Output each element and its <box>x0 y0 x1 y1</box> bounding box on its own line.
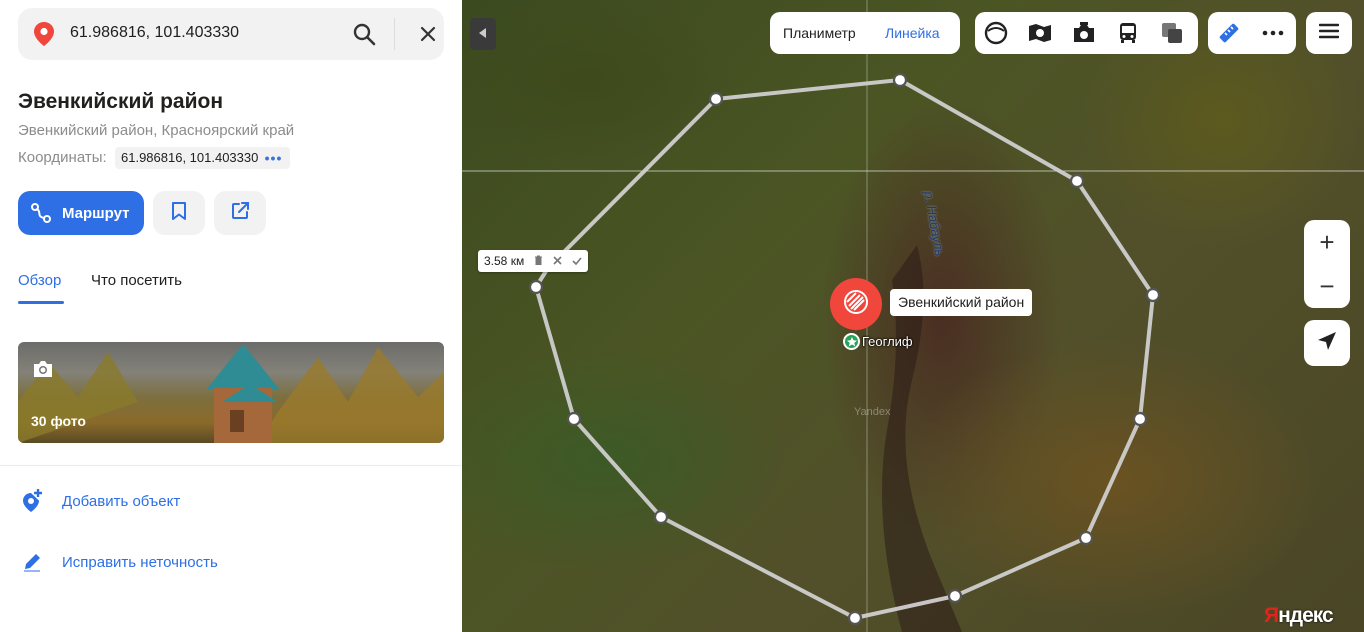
measure-vertex <box>847 610 863 626</box>
photo-layer-icon[interactable] <box>1071 21 1097 45</box>
measure-overlay <box>462 0 1364 632</box>
location-pin-icon <box>34 22 54 46</box>
star-icon <box>843 333 860 350</box>
locate-me-button[interactable] <box>1304 320 1350 366</box>
measure-line-closing <box>546 97 718 270</box>
hamburger-icon <box>1318 23 1340 44</box>
route-button[interactable]: Маршрут <box>18 191 144 235</box>
photo-count: 30 фото <box>31 413 86 429</box>
place-marker-label[interactable]: Эвенкийский район <box>890 289 1033 316</box>
search-divider <box>394 18 395 50</box>
poi-label: Геоглиф <box>862 334 913 349</box>
share-icon <box>230 201 250 226</box>
search-input[interactable]: 61.986816, 101.403330 <box>70 24 239 42</box>
more-icon[interactable]: ••• <box>265 147 283 169</box>
ruler-icon[interactable] <box>1216 21 1242 45</box>
measure-vertex <box>892 72 908 88</box>
tab-what-to-visit[interactable]: Что посетить <box>91 272 182 289</box>
navigation-arrow-icon <box>1316 330 1338 357</box>
check-icon[interactable] <box>572 254 582 268</box>
search-icon[interactable] <box>350 20 378 48</box>
panorama-layer-icon[interactable] <box>983 21 1009 45</box>
measure-vertex <box>947 588 963 604</box>
tab-planimeter[interactable]: Планиметр <box>783 25 856 41</box>
add-object-label: Добавить объект <box>62 492 181 510</box>
place-subtitle: Эвенкийский район, Красноярский край <box>18 122 295 139</box>
collapse-panel-button[interactable] <box>470 18 496 50</box>
add-place-icon <box>18 487 46 515</box>
coords-chip[interactable]: 61.986816, 101.403330 ••• <box>115 147 291 169</box>
distance-value: 3.58 км <box>484 254 525 268</box>
yandex-logo[interactable]: Яндекс <box>1264 604 1334 628</box>
measure-vertex <box>1145 287 1161 303</box>
map-type-icon[interactable] <box>1159 21 1185 45</box>
fix-error-link[interactable]: Исправить неточность <box>18 548 438 576</box>
fix-error-label: Исправить неточность <box>62 553 218 571</box>
measure-vertex <box>1078 530 1094 546</box>
close-measure-icon[interactable] <box>553 254 562 268</box>
tab-ruler[interactable]: Линейка <box>885 25 940 41</box>
zoom-out-button[interactable]: − <box>1304 264 1350 308</box>
ruler-mode-tabs: Планиметр Линейка <box>770 12 960 54</box>
coords-value: 61.986816, 101.403330 <box>121 150 259 165</box>
panel-divider <box>0 465 462 466</box>
distance-label: 3.58 км <box>478 250 589 272</box>
chevron-left-icon <box>479 25 487 43</box>
route-label: Маршрут <box>62 204 130 222</box>
camera-icon <box>32 360 54 383</box>
trash-icon[interactable] <box>534 254 543 268</box>
active-tab-indicator <box>18 301 64 304</box>
close-icon[interactable] <box>416 22 440 46</box>
poi-geoglyph[interactable]: Геоглиф <box>843 333 913 350</box>
add-object-link[interactable]: Добавить объект <box>18 487 438 515</box>
share-button[interactable] <box>214 191 266 235</box>
bookmark-button[interactable] <box>153 191 205 235</box>
more-options-icon[interactable] <box>1260 21 1286 45</box>
place-title: Эвенкийский район <box>18 90 224 113</box>
route-icon <box>30 202 52 224</box>
map-layers-icon[interactable] <box>1027 21 1053 45</box>
tools-toolbar <box>1208 12 1296 54</box>
coords-label: Координаты: <box>18 149 107 166</box>
measure-vertex <box>653 509 669 525</box>
measure-vertex <box>566 411 582 427</box>
menu-button[interactable] <box>1306 12 1352 54</box>
place-marker-tail <box>849 322 863 331</box>
measure-vertex <box>528 279 544 295</box>
map-watermark: Yandex <box>854 406 891 418</box>
zoom-in-button[interactable]: + <box>1304 220 1350 264</box>
hatched-area-icon <box>843 289 869 320</box>
transit-layer-icon[interactable] <box>1115 21 1141 45</box>
side-panel: 61.986816, 101.403330 Эвенкийский район … <box>0 0 462 632</box>
photo-gallery[interactable]: 30 фото <box>18 342 444 443</box>
search-bar[interactable]: 61.986816, 101.403330 <box>18 8 444 60</box>
pencil-icon <box>18 548 46 576</box>
layers-toolbar <box>975 12 1198 54</box>
measure-vertex <box>1069 173 1085 189</box>
tab-overview[interactable]: Обзор <box>18 272 61 289</box>
measure-vertex <box>1132 411 1148 427</box>
zoom-control: + − <box>1304 220 1350 308</box>
bookmark-icon <box>171 201 187 226</box>
measure-vertex <box>708 91 724 107</box>
map-view[interactable]: Планиметр Линейка + − 3.58 км Эвенкийски… <box>462 0 1364 632</box>
